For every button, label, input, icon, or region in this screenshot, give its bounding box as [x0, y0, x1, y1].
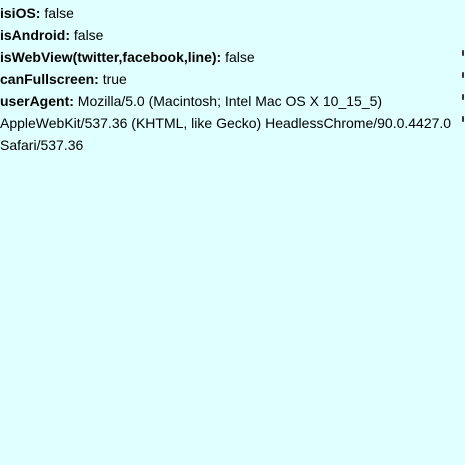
can-fullscreen-value: true: [102, 71, 127, 87]
is-ios-row: isiOS: false: [0, 2, 455, 24]
clipped-glyph: [462, 50, 464, 56]
clipped-glyph: [462, 72, 464, 78]
is-ios-value: false: [44, 5, 74, 21]
clipped-glyph: [462, 116, 464, 122]
is-android-value: false: [73, 27, 104, 43]
clipped-glyph: [462, 94, 464, 100]
can-fullscreen-row: canFullscreen: true: [0, 68, 455, 90]
is-android-label: isAndroid:: [0, 27, 70, 43]
clipped-right-edge: [461, 0, 465, 160]
device-info-panel: isiOS: false isAndroid: false isWebView(…: [0, 2, 455, 156]
is-webview-value: false: [225, 49, 255, 65]
user-agent-label: userAgent:: [0, 93, 74, 109]
is-ios-label: isiOS:: [0, 5, 41, 21]
is-android-row: isAndroid: false: [0, 24, 455, 46]
is-webview-row: isWebView(twitter,facebook,line): false: [0, 46, 455, 68]
user-agent-row: userAgent: Mozilla/5.0 (Macintosh; Intel…: [0, 90, 455, 156]
can-fullscreen-label: canFullscreen:: [0, 71, 99, 87]
is-webview-label: isWebView(twitter,facebook,line):: [0, 49, 222, 65]
